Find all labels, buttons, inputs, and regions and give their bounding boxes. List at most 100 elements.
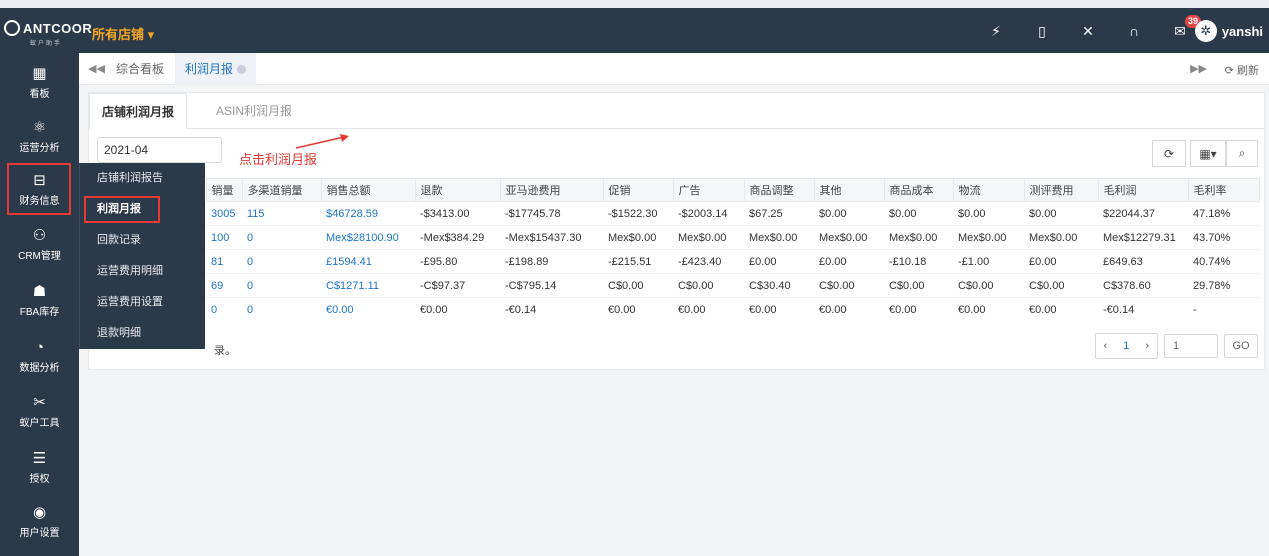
store-selector[interactable]: 所有店铺 ▾ xyxy=(92,24,154,43)
browser-strip xyxy=(0,0,1269,8)
table-cell[interactable]: 0 xyxy=(242,273,321,298)
col-header[interactable]: 促销 xyxy=(602,178,674,202)
month-picker[interactable]: 2021-04 xyxy=(97,137,222,163)
table-cell: -$17745.78 xyxy=(500,201,603,226)
table-cell[interactable]: C$1271.11 xyxy=(321,273,415,298)
sidebar-item-tools[interactable]: ✂ 蚁户工具 xyxy=(0,386,79,436)
col-header[interactable]: 销量 xyxy=(205,178,243,202)
col-header[interactable]: 退款 xyxy=(414,178,501,202)
sidebar-item-label: FBA库存 xyxy=(19,307,60,318)
sidebar-item-fba[interactable]: ☗ FBA库存 xyxy=(0,275,79,325)
table-cell: -€0.14 xyxy=(1098,297,1188,322)
table-cell: 47.18% xyxy=(1188,201,1260,226)
col-header[interactable]: 物流 xyxy=(952,178,1025,202)
prev-page-button[interactable]: ‹ xyxy=(1095,334,1116,358)
go-button[interactable]: GO xyxy=(1224,334,1258,358)
table-cell: Mex$0.00 xyxy=(603,225,673,250)
headset-icon[interactable]: ∩ xyxy=(1125,22,1143,40)
sidebar-item-dashboard[interactable]: ▦ 看板 xyxy=(0,57,79,107)
table-cell[interactable]: 100 xyxy=(206,225,242,250)
table-cell[interactable]: $46728.59 xyxy=(321,201,415,226)
refresh-button[interactable]: ⟳ 刷新 xyxy=(1225,62,1259,78)
table-cell[interactable]: 115 xyxy=(242,201,321,226)
table-cell: Mex$12279.31 xyxy=(1098,225,1188,250)
columns-icon[interactable]: ▦▾ xyxy=(1190,140,1226,167)
report-subtabs: 店铺利润月报 ASIN利润月报 xyxy=(89,93,1266,130)
sidebar-item-data[interactable]: ◔ 数据分析 xyxy=(0,331,79,381)
col-header[interactable]: 测评费用 xyxy=(1023,178,1099,202)
table-cell: £649.63 xyxy=(1098,249,1188,274)
mail-icon[interactable]: ✉ 39 xyxy=(1171,15,1201,40)
col-header[interactable]: 亚马逊费用 xyxy=(499,178,604,202)
tabs-forward-icon[interactable]: ▶▶ xyxy=(1190,62,1207,75)
sidebar-item-label: 蚁户工具 xyxy=(19,418,60,429)
table-cell: Mex$0.00 xyxy=(814,225,884,250)
user-menu[interactable]: ✲ yanshi xyxy=(1194,20,1263,42)
table-cell: -£198.89 xyxy=(500,249,603,274)
col-header[interactable]: 销售总额 xyxy=(320,178,416,202)
sidebar-item-operations[interactable]: ⚛ 运营分析 xyxy=(0,111,79,161)
search-icon[interactable]: ⌕ xyxy=(1226,140,1258,167)
tab-label: 利润月报 xyxy=(185,62,234,76)
authorize-icon: ☰ xyxy=(32,450,47,467)
submenu-item-op-cost-detail[interactable]: 运营费用明细 xyxy=(80,256,206,287)
finance-highlight-box xyxy=(7,163,71,215)
next-page-button[interactable]: › xyxy=(1137,334,1157,358)
submenu-item-refund-detail[interactable]: 退款明细 xyxy=(80,318,206,349)
table-cell: -Mex$384.29 xyxy=(415,225,500,250)
col-header[interactable]: 其他 xyxy=(813,178,885,202)
table-cell: $0.00 xyxy=(814,201,884,226)
sidebar-item-label: 授权 xyxy=(29,474,50,485)
col-header[interactable]: 毛利润 xyxy=(1097,178,1189,202)
table-row: 81 0 £1594.41 -£95.80 -£198.89 -£215.51 -£423.… xyxy=(97,249,1260,274)
sidebar-item-user-settings[interactable]: ◉ 用户设置 xyxy=(0,496,79,546)
logo[interactable]: ANTCOOR xyxy=(4,20,92,36)
submenu-item-op-cost-settings[interactable]: 运营费用设置 xyxy=(80,287,206,318)
col-header[interactable]: 商品成本 xyxy=(883,178,954,202)
table-cell: -C$97.37 xyxy=(415,273,500,298)
col-header[interactable]: 多渠道销量 xyxy=(241,178,322,202)
table-cell: Mex$0.00 xyxy=(744,225,814,250)
table-cell: -£423.40 xyxy=(673,249,744,274)
table-cell[interactable]: 69 xyxy=(206,273,242,298)
table-cell[interactable]: €0.00 xyxy=(321,297,415,322)
table-cell: €0.00 xyxy=(884,297,953,322)
table-cell[interactable]: 81 xyxy=(206,249,242,274)
plug-icon[interactable]: ⚡ xyxy=(987,22,1005,40)
tab-dashboard[interactable]: 综合看板 xyxy=(106,53,174,85)
table-cell[interactable]: 3005 xyxy=(206,201,242,226)
mobile-icon[interactable]: ▯ xyxy=(1033,22,1051,40)
fullscreen-icon[interactable]: ✕ xyxy=(1079,22,1097,40)
col-header[interactable]: 毛利率 xyxy=(1187,178,1260,202)
profit-table: 销量 多渠道销量 销售总额 退款 亚马逊费用 促销 广告 商品调整 其他 商品成… xyxy=(97,178,1260,322)
table-cell: C$0.00 xyxy=(814,273,884,298)
table-cell: C$30.40 xyxy=(744,273,814,298)
page-number[interactable]: 1 xyxy=(1115,334,1138,358)
page-jump-input[interactable]: 1 xyxy=(1164,334,1218,358)
logo-text: ANTCOOR xyxy=(23,20,93,36)
table-cell: -£95.80 xyxy=(415,249,500,274)
sidebar-item-label: 用户设置 xyxy=(19,528,60,539)
table-cell: C$0.00 xyxy=(953,273,1024,298)
table-cell[interactable]: 0 xyxy=(242,249,321,274)
tabs-back-icon[interactable]: ◀◀ xyxy=(88,62,105,75)
table-cell[interactable]: 0 xyxy=(242,297,321,322)
close-icon[interactable] xyxy=(237,65,247,75)
table-row: 69 0 C$1271.11 -C$97.37 -C$795.14 C$0.00 C$0.0… xyxy=(97,273,1260,298)
col-header[interactable]: 广告 xyxy=(672,178,745,202)
table-cell: €0.00 xyxy=(953,297,1024,322)
table-cell: 43.70% xyxy=(1188,225,1260,250)
tab-profit-monthly[interactable]: 利润月报 xyxy=(175,53,257,85)
table-cell[interactable]: 0 xyxy=(206,297,242,322)
submenu-item-payments[interactable]: 回款记录 xyxy=(80,225,206,256)
col-header[interactable]: 商品调整 xyxy=(743,178,815,202)
tab-store-profit[interactable]: 店铺利润月报 xyxy=(89,93,188,130)
table-cell[interactable]: 0 xyxy=(242,225,321,250)
tab-asin-profit[interactable]: ASIN利润月报 xyxy=(204,93,304,129)
reload-icon[interactable]: ⟳ xyxy=(1152,140,1186,167)
table-cell[interactable]: £1594.41 xyxy=(321,249,415,274)
table-cell[interactable]: Mex$28100.90 xyxy=(321,225,415,250)
sidebar-item-authorize[interactable]: ☰ 授权 xyxy=(0,442,79,492)
submenu-item-store-profit[interactable]: 店铺利润报告 xyxy=(80,163,206,194)
sidebar-item-crm[interactable]: ⚇ CRM管理 xyxy=(0,219,79,269)
